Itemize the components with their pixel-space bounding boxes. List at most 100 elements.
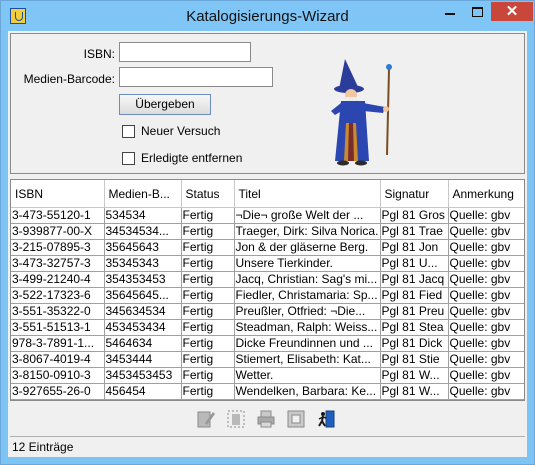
close-button[interactable]: ✕ xyxy=(491,2,533,21)
cell-signature: Pgl 81 Jacq xyxy=(380,271,449,288)
select-all-icon[interactable] xyxy=(226,409,246,429)
table-row[interactable]: 3-551-51513-1 453453434 Fertig Steadman, Ra… xyxy=(11,319,524,336)
remove-done-label[interactable]: Erledigte entfernen xyxy=(141,151,242,165)
status-bar: 12 Einträge xyxy=(10,436,525,456)
cell-title: Unsere Tierkinder. xyxy=(234,255,381,272)
isbn-input[interactable] xyxy=(119,42,251,62)
cell-barcode: 534534 xyxy=(104,207,182,224)
cell-note: Quelle: gbv xyxy=(448,255,524,272)
cell-isbn: 3-215-07895-3 xyxy=(11,239,105,256)
results-table[interactable]: ISBN Medien-B... Status Titel Signatur A… xyxy=(10,179,525,401)
table-row[interactable]: 3-551-35322-0 345634534 Fertig Preußler, Ot… xyxy=(11,303,524,320)
cell-barcode: 35345343 xyxy=(104,255,182,272)
col-header-barcode[interactable]: Medien-B... xyxy=(104,180,182,208)
cell-status: Fertig xyxy=(181,303,235,320)
col-header-note[interactable]: Anmerkung xyxy=(448,180,524,208)
col-header-isbn[interactable]: ISBN xyxy=(11,180,105,208)
cell-signature: Pgl 81 Stie xyxy=(380,351,449,368)
cell-signature: Pgl 81 W... xyxy=(380,367,449,384)
cell-signature: Pgl 81 Jon xyxy=(380,239,449,256)
cell-title: Stiemert, Elisabeth: Kat... xyxy=(234,351,381,368)
submit-button[interactable]: Übergeben xyxy=(119,94,211,115)
form-panel: ISBN: Medien-Barcode: Übergeben Neuer Ve… xyxy=(10,33,525,174)
cell-barcode: 456454 xyxy=(104,383,182,400)
cell-signature: Pgl 81 Stea xyxy=(380,319,449,336)
cell-note: Quelle: gbv xyxy=(448,287,524,304)
cell-status: Fertig xyxy=(181,319,235,336)
cell-isbn: 3-522-17323-6 xyxy=(11,287,105,304)
cell-note: Quelle: gbv xyxy=(448,367,524,384)
cell-status: Fertig xyxy=(181,223,235,240)
cell-signature: Pgl 81 Fied xyxy=(380,287,449,304)
title-bar[interactable]: Katalogisierungs-Wizard ✕ xyxy=(1,1,534,31)
cell-barcode: 34534534... xyxy=(104,223,182,240)
print-icon[interactable] xyxy=(256,409,276,429)
barcode-label: Medien-Barcode: xyxy=(23,72,115,86)
client-area: ISBN: Medien-Barcode: Übergeben Neuer Ve… xyxy=(8,31,527,457)
cell-title: Dicke Freundinnen und ... xyxy=(234,335,381,352)
cell-note: Quelle: gbv xyxy=(448,319,524,336)
table-row[interactable]: 3-8067-4019-4 3453444 Fertig Stiemert, Elis… xyxy=(11,351,524,368)
cell-isbn: 3-551-35322-0 xyxy=(11,303,105,320)
cell-isbn: 978-3-7891-1... xyxy=(11,335,105,352)
toolbar xyxy=(8,405,527,435)
exit-icon[interactable] xyxy=(316,409,336,429)
cell-status: Fertig xyxy=(181,335,235,352)
cell-status: Fertig xyxy=(181,255,235,272)
table-row[interactable]: 3-939877-00-X 34534534... Fertig Traeger, D… xyxy=(11,223,524,240)
cell-signature: Pgl 81 Dick xyxy=(380,335,449,352)
cell-note: Quelle: gbv xyxy=(448,223,524,240)
cell-signature: Pgl 81 W... xyxy=(380,383,449,400)
col-header-status[interactable]: Status xyxy=(181,180,235,208)
barcode-input[interactable] xyxy=(119,67,273,87)
minimize-button[interactable] xyxy=(437,2,463,21)
cell-status: Fertig xyxy=(181,271,235,288)
cell-isbn: 3-499-21240-4 xyxy=(11,271,105,288)
cell-signature: Pgl 81 Gros xyxy=(380,207,449,224)
cell-status: Fertig xyxy=(181,383,235,400)
cell-barcode: 3453444 xyxy=(104,351,182,368)
frame-icon[interactable] xyxy=(286,409,306,429)
cell-barcode: 5464634 xyxy=(104,335,182,352)
cell-isbn: 3-939877-00-X xyxy=(11,223,105,240)
table-row[interactable]: 3-927655-26-0 456454 Fertig Wendelken, Barb… xyxy=(11,383,524,400)
edit-icon[interactable] xyxy=(196,409,216,429)
cell-title: Jon & der gläserne Berg. xyxy=(234,239,381,256)
col-header-title[interactable]: Titel xyxy=(234,180,381,208)
table-row[interactable]: 3-473-55120-1 534534 Fertig ¬Die¬ große Wel… xyxy=(11,207,524,224)
cell-status: Fertig xyxy=(181,287,235,304)
col-header-signature[interactable]: Signatur xyxy=(380,180,449,208)
cell-barcode: 35645643 xyxy=(104,239,182,256)
cell-note: Quelle: gbv xyxy=(448,335,524,352)
cell-title: Traeger, Dirk: Silva Norica. xyxy=(234,223,381,240)
cell-title: Wendelken, Barbara: Ke... xyxy=(234,383,381,400)
cell-isbn: 3-927655-26-0 xyxy=(11,383,105,400)
cell-status: Fertig xyxy=(181,367,235,384)
maximize-button[interactable] xyxy=(464,2,490,21)
table-row[interactable]: 3-522-17323-6 35645645... Fertig Fiedler, C… xyxy=(11,287,524,304)
cell-isbn: 3-8067-4019-4 xyxy=(11,351,105,368)
table-row[interactable]: 3-473-32757-3 35345343 Fertig Unsere Tierki… xyxy=(11,255,524,272)
table-row[interactable]: 978-3-7891-1... 5464634 Fertig Dicke Freund… xyxy=(11,335,524,352)
cell-title: ¬Die¬ große Welt der ... xyxy=(234,207,381,224)
cell-title: Wetter. xyxy=(234,367,381,384)
remove-done-checkbox[interactable] xyxy=(122,152,135,165)
table-row[interactable]: 3-499-21240-4 354353453 Fertig Jacq, Christ… xyxy=(11,271,524,288)
retry-label[interactable]: Neuer Versuch xyxy=(141,124,220,138)
cell-isbn: 3-8150-0910-3 xyxy=(11,367,105,384)
table-row[interactable]: 3-8150-0910-3 3453453453 Fertig Wetter. Pgl … xyxy=(11,367,524,384)
table-header-row: ISBN Medien-B... Status Titel Signatur A… xyxy=(11,180,524,208)
retry-checkbox[interactable] xyxy=(122,125,135,138)
cell-title: Steadman, Ralph: Weiss... xyxy=(234,319,381,336)
cell-note: Quelle: gbv xyxy=(448,383,524,400)
cell-barcode: 35645645... xyxy=(104,287,182,304)
cell-title: Fiedler, Christamaria: Sp... xyxy=(234,287,381,304)
cell-title: Preußler, Otfried: ¬Die... xyxy=(234,303,381,320)
cell-note: Quelle: gbv xyxy=(448,303,524,320)
cell-isbn: 3-551-51513-1 xyxy=(11,319,105,336)
cell-signature: Pgl 81 U... xyxy=(380,255,449,272)
cell-status: Fertig xyxy=(181,351,235,368)
table-row[interactable]: 3-215-07895-3 35645643 Fertig Jon & der glä… xyxy=(11,239,524,256)
cell-barcode: 453453434 xyxy=(104,319,182,336)
cell-isbn: 3-473-55120-1 xyxy=(11,207,105,224)
